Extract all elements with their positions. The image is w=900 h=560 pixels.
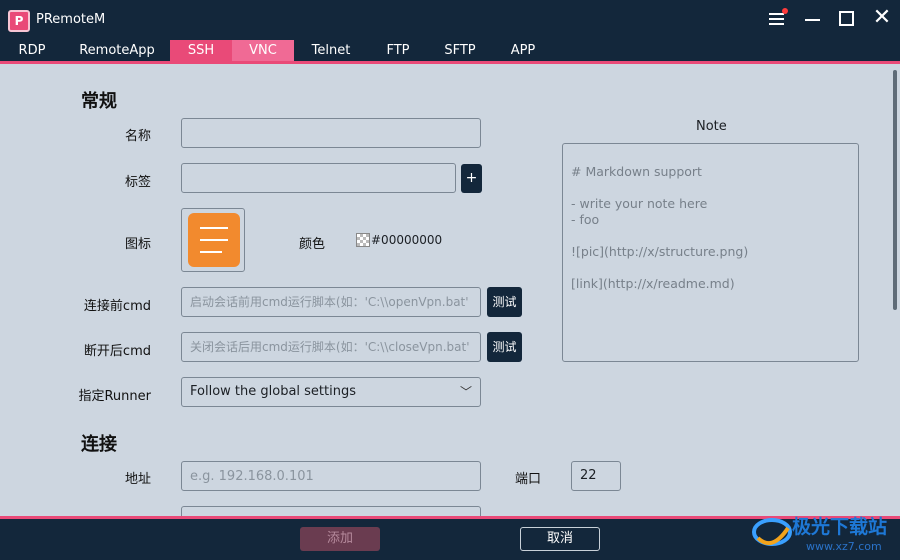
app-title: PRemoteM [36, 12, 106, 27]
color-swatch[interactable] [356, 233, 370, 247]
app-logo-icon: P [8, 10, 30, 32]
tab-remoteapp[interactable]: RemoteApp [64, 40, 170, 62]
tab-app[interactable]: APP [492, 40, 554, 62]
watermark-logo: 极光下载站 www.xz7.com [750, 508, 900, 560]
notification-dot [782, 8, 788, 14]
tab-rdp[interactable]: RDP [0, 40, 64, 62]
color-value[interactable]: #00000000 [371, 233, 442, 247]
tab-sftp[interactable]: SFTP [428, 40, 492, 62]
connection-section-title: 连接 [81, 434, 117, 455]
note-label: Note [696, 119, 727, 134]
general-section-title: 常规 [81, 91, 117, 112]
icon-label: 图标 [124, 237, 151, 252]
pre-cmd-test-button[interactable]: 测试 [487, 287, 522, 317]
tab-vnc[interactable]: VNC [232, 40, 294, 62]
minimize-button[interactable] [802, 8, 824, 30]
pre-cmd-label: 连接前cmd [83, 299, 151, 314]
post-cmd-test-button[interactable]: 测试 [487, 332, 522, 362]
protocol-tabs: RDP RemoteApp SSH VNC Telnet FTP SFTP AP… [0, 40, 900, 62]
scrollbar[interactable] [893, 70, 897, 310]
title-bar: P PRemoteM ✕ [0, 0, 900, 40]
tab-ssh[interactable]: SSH [170, 40, 232, 62]
maximize-button[interactable] [836, 8, 858, 30]
close-window-button[interactable]: ✕ [871, 7, 893, 30]
address-label: 地址 [124, 472, 151, 487]
watermark-url: www.xz7.com [806, 540, 882, 553]
tab-ftp[interactable]: FTP [368, 40, 428, 62]
runner-label: 指定Runner [78, 389, 151, 404]
name-label: 名称 [124, 129, 151, 144]
cancel-button[interactable]: 取消 [520, 527, 600, 551]
pre-cmd-input[interactable] [181, 287, 481, 317]
chevron-down-icon: ﹀ [459, 385, 472, 399]
runner-select-value: Follow the global settings [190, 384, 356, 399]
runner-select[interactable]: Follow the global settings ﹀ [181, 377, 481, 407]
port-input[interactable]: 22 [571, 461, 621, 491]
tab-telnet[interactable]: Telnet [294, 40, 368, 62]
add-tag-button[interactable]: + [461, 164, 482, 193]
color-label: 颜色 [298, 237, 325, 252]
menu-icon[interactable] [766, 8, 788, 30]
tag-label: 标签 [124, 175, 151, 190]
add-button[interactable]: 添加 [300, 527, 380, 551]
post-cmd-label: 断开后cmd [83, 344, 151, 359]
watermark-text: 极光下载站 [792, 516, 888, 538]
post-cmd-input[interactable] [181, 332, 481, 362]
name-input[interactable] [181, 118, 481, 148]
port-label: 端口 [514, 472, 541, 487]
note-textarea[interactable]: # Markdown support - write your note her… [562, 143, 859, 362]
tag-input[interactable] [181, 163, 456, 193]
